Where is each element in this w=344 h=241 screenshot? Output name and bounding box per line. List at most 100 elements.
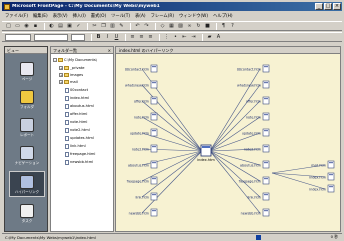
page-icon bbox=[65, 95, 69, 101]
toolbar-separator bbox=[125, 33, 126, 41]
increase-indent-icon[interactable]: ⇥ bbox=[190, 34, 197, 41]
maximize-button[interactable]: □ bbox=[324, 3, 332, 10]
new-page-icon[interactable]: □ bbox=[5, 23, 12, 30]
file-item[interactable]: note.html bbox=[65, 119, 87, 125]
right-page-node-mark bbox=[264, 114, 268, 116]
file-name: index.html bbox=[70, 96, 90, 100]
print-icon[interactable]: ▤ bbox=[57, 23, 64, 30]
folder-item[interactable]: + _private bbox=[59, 65, 85, 71]
redo-icon[interactable]: ↷ bbox=[143, 23, 150, 30]
file-item[interactable]: updates.html bbox=[65, 135, 94, 141]
font-size-select[interactable] bbox=[71, 33, 85, 41]
file-item[interactable]: 00contact bbox=[65, 87, 88, 93]
file-item[interactable]: freepage.html bbox=[65, 151, 95, 157]
minimize-button[interactable]: _ bbox=[315, 3, 323, 10]
align-right-icon[interactable]: ≡ bbox=[147, 34, 154, 41]
save-icon[interactable]: ▪ bbox=[32, 23, 39, 30]
folder-item[interactable]: + mail bbox=[59, 79, 78, 85]
menu-file[interactable]: ファイル(F) bbox=[5, 13, 28, 19]
left-page-node-mark bbox=[152, 130, 156, 132]
file-item[interactable]: note2.html bbox=[65, 127, 90, 133]
bold-icon[interactable]: B bbox=[95, 34, 102, 41]
format-painter-icon[interactable]: ✎ bbox=[118, 23, 125, 30]
view-navigation[interactable]: ナビゲーション bbox=[9, 143, 45, 169]
style-select[interactable] bbox=[5, 33, 31, 41]
view-label: ナビゲーション bbox=[14, 161, 40, 165]
underline-icon[interactable]: U bbox=[113, 34, 120, 41]
close-pane-icon[interactable]: × bbox=[108, 47, 111, 54]
font-select[interactable] bbox=[34, 33, 68, 41]
stop-icon[interactable]: ■ bbox=[204, 23, 211, 30]
status-bar: C:\My Documents\My Webs\myweb1\index.htm… bbox=[2, 233, 342, 240]
menu-table[interactable]: 表(A) bbox=[135, 13, 146, 19]
hyperlink-icon[interactable]: ∞ bbox=[186, 23, 193, 30]
expand-icon[interactable]: + bbox=[59, 73, 63, 77]
undo-icon[interactable]: ↶ bbox=[134, 23, 141, 30]
spell-icon[interactable]: ✓ bbox=[75, 23, 82, 30]
web-icon[interactable]: ◉ bbox=[23, 23, 30, 30]
left-page-node-mark bbox=[152, 114, 156, 116]
far-page-node-mark bbox=[329, 162, 333, 164]
file-item[interactable]: aboutus.html bbox=[65, 103, 94, 109]
menu-format[interactable]: 書式(O) bbox=[91, 13, 106, 19]
view-hyperlinks[interactable]: ハイパーリンク bbox=[9, 171, 45, 197]
collapse-icon[interactable]: - bbox=[53, 58, 57, 62]
view-label: ページ bbox=[21, 77, 33, 81]
expand-icon[interactable]: + bbox=[59, 66, 63, 70]
menu-view[interactable]: 表示(V) bbox=[53, 13, 68, 19]
file-item[interactable]: index.html bbox=[65, 95, 89, 101]
show-all-icon[interactable]: ¶ bbox=[220, 23, 227, 30]
file-item[interactable]: offer.html bbox=[65, 111, 87, 117]
view-reports[interactable]: レポート bbox=[9, 115, 45, 141]
cut-icon[interactable]: ✂ bbox=[91, 23, 98, 30]
copy-icon[interactable]: ❐ bbox=[100, 23, 107, 30]
bullets-icon[interactable]: • bbox=[172, 34, 179, 41]
file-item[interactable]: link.html bbox=[65, 143, 86, 149]
component-icon[interactable]: ◇ bbox=[159, 23, 166, 30]
left-page-node-mark bbox=[152, 194, 156, 196]
page-icon bbox=[65, 119, 69, 125]
italic-icon[interactable]: I bbox=[104, 34, 111, 41]
app-icon bbox=[4, 3, 10, 10]
menu-tools[interactable]: ツール(T) bbox=[111, 13, 130, 19]
menu-window[interactable]: ウィンドウ(W) bbox=[179, 13, 208, 19]
paste-icon[interactable]: ▥ bbox=[109, 23, 116, 30]
center-page-label: index.htm bbox=[197, 158, 215, 162]
view-page[interactable]: ページ bbox=[9, 59, 45, 85]
view-tasks[interactable]: タスク bbox=[9, 201, 45, 227]
numbering-icon[interactable]: ⋮ bbox=[163, 34, 170, 41]
menu-insert[interactable]: 挿入(I) bbox=[73, 13, 86, 19]
folder-item[interactable]: + images bbox=[59, 72, 83, 78]
close-button[interactable]: × bbox=[333, 3, 341, 10]
refresh-icon[interactable]: ↻ bbox=[195, 23, 202, 30]
folder-name: C:\My Documents\ bbox=[64, 58, 98, 62]
align-center-icon[interactable]: ≡ bbox=[138, 34, 145, 41]
right-page-node-label: newsbb.htm bbox=[241, 212, 261, 216]
connection-icon bbox=[256, 235, 261, 240]
left-page-node-mark bbox=[152, 146, 156, 148]
highlight-icon[interactable]: ▰ bbox=[206, 34, 213, 41]
navigation-view-icon bbox=[20, 146, 34, 160]
publish-icon[interactable]: ◐ bbox=[48, 23, 55, 30]
picture-icon[interactable]: ▨ bbox=[177, 23, 184, 30]
view-folders[interactable]: フォルダ bbox=[9, 87, 45, 113]
expand-icon[interactable]: + bbox=[59, 80, 63, 84]
help-icon[interactable]: ? bbox=[229, 23, 236, 30]
menu-help[interactable]: ヘルプ(H) bbox=[213, 13, 232, 19]
left-page-node-label: note2.htm bbox=[132, 148, 149, 152]
right-page-node-mark bbox=[264, 66, 268, 68]
toolbar-separator bbox=[159, 33, 160, 41]
file-item[interactable]: newsbb.html bbox=[65, 159, 93, 165]
menu-edit[interactable]: 編集(E) bbox=[33, 13, 48, 19]
decrease-indent-icon[interactable]: ⇤ bbox=[181, 34, 188, 41]
open-icon[interactable]: ▭ bbox=[14, 23, 21, 30]
table-icon[interactable]: ▦ bbox=[168, 23, 175, 30]
folder-root[interactable]: - C:\My Documents\ bbox=[53, 57, 97, 63]
menu-frames[interactable]: フレーム(R) bbox=[151, 13, 174, 19]
toolbar-separator bbox=[87, 22, 88, 30]
page-icon bbox=[65, 135, 69, 141]
font-color-icon[interactable]: A bbox=[215, 34, 222, 41]
preview-icon[interactable]: ▣ bbox=[66, 23, 73, 30]
page-icon bbox=[65, 127, 69, 133]
align-left-icon[interactable]: ≡ bbox=[129, 34, 136, 41]
